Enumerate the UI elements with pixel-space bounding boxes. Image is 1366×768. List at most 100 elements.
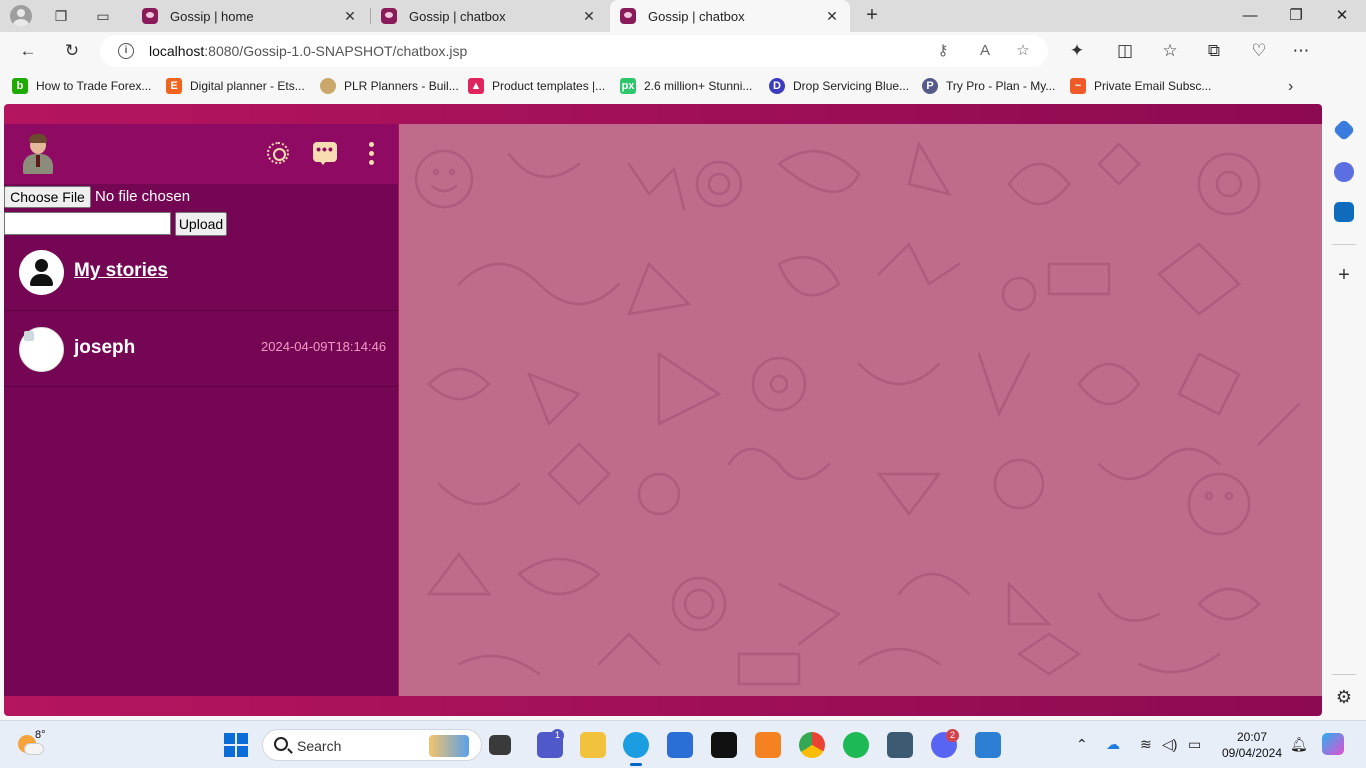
contact-timestamp: 2024-04-09T18:14:46 [261,339,387,354]
person-avatar-icon [19,250,64,295]
sidebar-settings-gear-icon[interactable]: ⚙ [1334,687,1354,708]
edge-sidebar: + ⚙ [1322,32,1366,720]
story-caption-input[interactable] [4,212,171,235]
b-icon: b [12,78,28,94]
address-bar[interactable]: i localhost:8080/Gossip-1.0-SNAPSHOT/cha… [100,35,1048,67]
bookmark-label: Product templates |... [492,79,606,93]
xampp-icon[interactable] [755,732,781,758]
extensions-icon[interactable]: ✦ [1066,40,1088,62]
favorites-icon[interactable]: ☆ [1159,40,1181,62]
more-menu-icon[interactable]: ⋯ [1290,40,1312,62]
tab-gossip-chatbox[interactable]: Gossip | chatbox ✕ [371,0,607,32]
add-sidebar-app-icon[interactable]: + [1334,264,1354,287]
tab-title: Gossip | chatbox [648,8,745,24]
mail-icon[interactable] [667,732,693,758]
my-stories-row[interactable]: My stories [4,234,398,311]
back-arrow-icon[interactable]: ← [17,40,39,62]
bookmark-item[interactable]: ▲ Product templates |... [468,78,605,94]
bookmark-item[interactable]: px 2.6 million+ Stunni... [620,78,752,94]
favorite-star-icon[interactable]: ☆ [1014,42,1032,60]
intellij-icon[interactable] [711,732,737,758]
terminal-app-icon[interactable] [887,732,913,758]
bookmark-label: Try Pro - Plan - My... [946,79,1056,93]
new-tab-button[interactable]: + [860,4,884,28]
tab-title: Gossip | chatbox [409,8,506,24]
tab-close-icon[interactable]: ✕ [342,8,358,25]
new-chat-bubble-icon[interactable]: ••• [313,142,337,165]
minimize-icon[interactable]: — [1240,6,1260,26]
window-close-icon[interactable]: ✕ [1332,6,1352,26]
tab-close-icon[interactable]: ✕ [824,8,840,25]
file-explorer-icon[interactable] [580,732,606,758]
status-ring-icon[interactable] [267,142,289,164]
gossip-favicon-icon [381,8,397,24]
refresh-icon[interactable]: ↻ [61,40,83,62]
shopping-tag-icon[interactable] [1332,118,1356,142]
show-hidden-icons-chevron-icon[interactable]: ⌃ [1076,736,1088,753]
wifi-icon[interactable]: ≋ [1140,736,1152,753]
contact-list-item[interactable]: joseph 2024-04-09T18:14:46 [4,311,398,387]
bookmarks-overflow-chevron-icon[interactable]: › [1288,78,1293,96]
email-icon: ~ [1070,78,1086,94]
battery-icon[interactable]: ▭ [1188,736,1201,753]
bookmark-item[interactable]: b How to Trade Forex... [12,78,151,94]
outlook-icon[interactable] [1334,202,1354,222]
bookmark-label: Private Email Subsc... [1094,79,1212,93]
user-avatar[interactable] [18,132,58,176]
notification-bell-icon[interactable]: 🔔︎ [1290,736,1308,753]
contact-avatar-broken-image-icon [19,327,64,372]
edge-browser-icon[interactable] [623,732,649,766]
teams-notification-badge: 1 [551,729,564,742]
restore-icon[interactable]: ❐ [1286,6,1306,26]
upload-button[interactable]: Upload [175,212,227,236]
copilot-pre-icon[interactable] [1322,733,1344,755]
my-stories-link[interactable]: My stories [74,260,168,282]
task-view-icon[interactable] [489,735,511,755]
kebab-menu-icon[interactable] [360,142,382,166]
browser-toolbar: ← ↻ i localhost:8080/Gossip-1.0-SNAPSHOT… [0,32,1366,70]
bookmark-item[interactable]: PLR Planners - Buil... [320,78,459,94]
gossip-favicon-icon [620,8,636,24]
pixabay-icon: px [620,78,636,94]
profile-avatar-icon[interactable] [10,5,32,27]
bookmark-item[interactable]: P Try Pro - Plan - My... [922,78,1055,94]
tab-gossip-chatbox-active[interactable]: Gossip | chatbox ✕ [610,0,850,32]
windows-start-icon[interactable] [224,733,248,757]
choose-file-button[interactable]: Choose File [4,186,91,208]
bookmark-item[interactable]: ~ Private Email Subsc... [1070,78,1211,94]
taskbar-search[interactable]: Search [262,729,482,761]
bookmark-label: PLR Planners - Buil... [344,79,459,93]
bookmark-item[interactable]: E Digital planner - Ets... [166,78,305,94]
workspaces-icon[interactable]: ❐ [52,7,70,25]
collections-icon[interactable]: ⧉ [1203,40,1225,62]
spotify-icon[interactable] [843,732,869,758]
read-aloud-icon[interactable]: A [976,42,994,60]
onedrive-cloud-icon[interactable]: ☁ [1106,736,1120,753]
url-host: localhost [149,43,205,59]
tab-close-icon[interactable]: ✕ [581,8,597,25]
site-info-icon[interactable]: i [118,43,134,59]
volume-icon[interactable]: ◁) [1162,736,1177,753]
sidebar-divider [1332,674,1356,675]
contacts-panel: ••• Choose File No file chosen Upload My… [4,124,398,696]
pro-icon: P [922,78,938,94]
doodle-pattern [414,140,1301,686]
split-screen-icon[interactable]: ◫ [1114,40,1136,62]
bookmark-item[interactable]: D Drop Servicing Blue... [769,78,909,94]
search-icon [274,737,288,751]
etsy-icon: E [166,78,182,94]
bookmarks-bar: b How to Trade Forex... E Digital planne… [0,70,1366,102]
clock-date: 09/04/2024 [1221,746,1283,760]
performance-icon[interactable]: ♡ [1248,40,1270,62]
tab-actions-icon[interactable]: ▭ [94,7,112,25]
templates-icon: ▲ [468,78,484,94]
bookmark-label: Drop Servicing Blue... [793,79,910,93]
notepad-icon[interactable] [975,732,1001,758]
passkey-icon[interactable]: ⚷ [934,42,952,60]
copilot-apps-icon[interactable] [1334,162,1354,182]
tab-gossip-home[interactable]: Gossip | home ✕ [132,0,368,32]
chrome-icon[interactable] [799,732,825,758]
page-viewport: ••• Choose File No file chosen Upload My… [4,104,1322,716]
system-clock[interactable]: 20:07 09/04/2024 [1220,729,1284,761]
url-path: :8080/Gossip-1.0-SNAPSHOT/chatbox.jsp [204,43,468,59]
